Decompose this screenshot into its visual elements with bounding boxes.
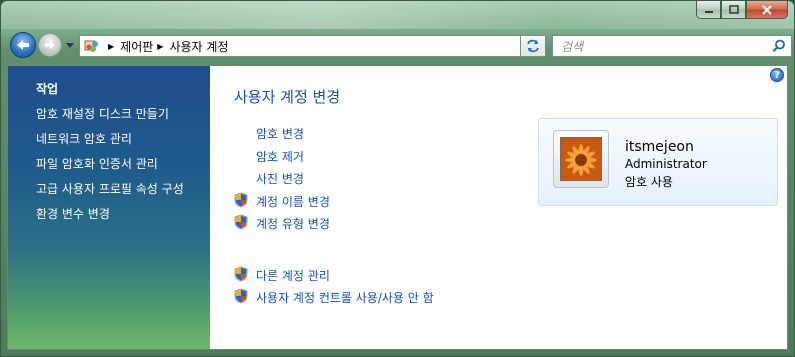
control-panel-icon	[84, 40, 98, 52]
uac-shield-icon	[234, 214, 248, 230]
caption-buttons	[696, 1, 788, 19]
search-input[interactable]: 검색	[552, 35, 792, 57]
breadcrumb-control-panel[interactable]: 제어판	[120, 38, 153, 55]
uac-shield-icon	[234, 192, 248, 208]
task-manage-network-passwords[interactable]: 네트워크 암호 관리	[36, 130, 132, 147]
minimize-icon	[704, 10, 713, 13]
back-button[interactable]	[10, 32, 36, 58]
maximize-icon	[728, 5, 739, 14]
refresh-icon	[527, 39, 539, 53]
main-pane: ? 사용자 계정 변경 암호 변경 암호 제거 사진 변경 계정 이름 변경 계…	[210, 66, 787, 349]
recent-pages-dropdown[interactable]	[65, 39, 75, 51]
link-manage-other-accounts[interactable]: 다른 계정 관리	[256, 267, 330, 284]
user-role: Administrator	[625, 157, 707, 171]
link-change-account-type[interactable]: 계정 유형 변경	[256, 215, 330, 232]
breadcrumb-separator-icon[interactable]: ▶	[157, 42, 163, 51]
link-change-picture[interactable]: 사진 변경	[256, 170, 304, 187]
address-bar[interactable]: ▶ 제어판 ▶ 사용자 계정	[79, 35, 544, 57]
minimize-button[interactable]	[696, 1, 721, 19]
user-name: itsmejeon	[625, 139, 694, 155]
help-icon[interactable]: ?	[770, 68, 784, 82]
task-change-environment-variables[interactable]: 환경 변수 변경	[36, 205, 110, 222]
task-create-password-reset-disk[interactable]: 암호 재설정 디스크 만들기	[36, 105, 169, 122]
chevron-down-icon	[66, 42, 74, 48]
search-placeholder: 검색	[561, 39, 584, 54]
task-pane-title: 작업	[36, 82, 59, 96]
navigation-bar: ▶ 제어판 ▶ 사용자 계정 검색	[7, 30, 792, 62]
avatar[interactable]	[553, 130, 609, 188]
forward-button[interactable]	[38, 33, 62, 57]
close-button[interactable]	[746, 1, 788, 19]
maximize-button[interactable]	[721, 1, 746, 19]
password-status: 암호 사용	[625, 175, 673, 189]
link-remove-password[interactable]: 암호 제거	[256, 148, 304, 165]
task-manage-encryption-certificates[interactable]: 파일 암호화 인증서 관리	[36, 155, 158, 172]
flower-picture-icon	[561, 138, 601, 180]
link-change-account-name[interactable]: 계정 이름 변경	[256, 193, 330, 210]
link-change-password[interactable]: 암호 변경	[256, 125, 304, 142]
user-account-tile: itsmejeon Administrator 암호 사용	[538, 118, 778, 206]
breadcrumb-user-accounts[interactable]: 사용자 계정	[169, 38, 228, 55]
back-arrow-icon	[17, 40, 29, 50]
task-pane: 작업 암호 재설정 디스크 만들기 네트워크 암호 관리 파일 암호화 인증서 …	[8, 66, 210, 349]
uac-shield-icon	[234, 266, 248, 282]
refresh-button[interactable]	[520, 35, 546, 57]
user-picture	[560, 137, 602, 181]
uac-shield-icon	[234, 288, 248, 304]
explorer-window: ▶ 제어판 ▶ 사용자 계정 검색 작업 암호 재설정 디스크 만들기 네트워크…	[0, 0, 795, 357]
page-title: 사용자 계정 변경	[234, 88, 341, 106]
search-icon[interactable]	[772, 39, 786, 53]
link-toggle-uac[interactable]: 사용자 계정 컨트롤 사용/사용 안 함	[256, 289, 434, 306]
breadcrumb-separator-icon[interactable]: ▶	[108, 42, 114, 51]
content-area: 작업 암호 재설정 디스크 만들기 네트워크 암호 관리 파일 암호화 인증서 …	[7, 65, 788, 350]
forward-arrow-icon	[45, 41, 55, 49]
task-advanced-profile-properties[interactable]: 고급 사용자 프로필 속성 구성	[36, 180, 184, 197]
close-icon	[762, 4, 772, 15]
